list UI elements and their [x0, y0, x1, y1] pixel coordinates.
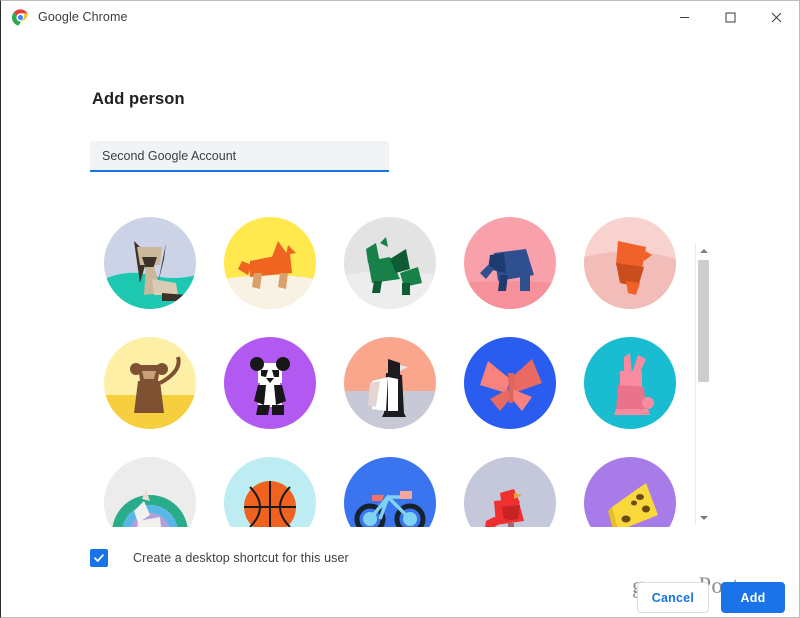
- avatar-option-bird[interactable]: [464, 457, 556, 527]
- dialog-body: Add person Create a: [1, 33, 799, 617]
- minimize-icon[interactable]: [661, 1, 707, 33]
- avatar-option-fox[interactable]: [224, 217, 316, 309]
- avatar-cell: [570, 217, 688, 309]
- avatar-cell: [330, 217, 450, 309]
- avatar-option-penguin[interactable]: [344, 337, 436, 429]
- avatar-scrollbar[interactable]: [695, 243, 711, 525]
- add-button[interactable]: Add: [721, 582, 785, 613]
- avatar-grid: [90, 205, 688, 527]
- avatar-option-elephant[interactable]: [464, 217, 556, 309]
- page-title: Add person: [92, 90, 185, 108]
- app-title: Google Chrome: [38, 10, 128, 24]
- desktop-shortcut-label: Create a desktop shortcut for this user: [133, 551, 349, 565]
- scroll-down-arrow-icon[interactable]: [696, 510, 711, 525]
- avatar-cell: [210, 337, 330, 429]
- avatar-option-dragon[interactable]: [344, 217, 436, 309]
- avatar-cell: [330, 337, 450, 429]
- avatar-cell: [90, 337, 210, 429]
- avatar-option-bicycle[interactable]: [344, 457, 436, 527]
- window-controls: [661, 1, 799, 33]
- close-icon[interactable]: [753, 1, 799, 33]
- avatar-option-unicorn[interactable]: [104, 457, 196, 527]
- avatar-cell: [570, 337, 688, 429]
- avatar-cell: [570, 457, 688, 527]
- avatar-cell: [450, 217, 570, 309]
- desktop-shortcut-checkbox[interactable]: [90, 549, 108, 567]
- cancel-button[interactable]: Cancel: [636, 582, 709, 613]
- name-field-wrapper: [90, 141, 389, 172]
- avatar-cell: [90, 457, 210, 527]
- avatar-option-basketball[interactable]: [224, 457, 316, 527]
- avatar-option-panda[interactable]: [224, 337, 316, 429]
- chrome-logo-icon: [11, 8, 29, 26]
- avatar-scroll-viewport: [90, 205, 688, 527]
- dialog-footer: Cancel Add: [636, 582, 785, 613]
- avatar-option-cat[interactable]: [104, 217, 196, 309]
- avatar-cell: [210, 457, 330, 527]
- checkmark-icon: [94, 554, 104, 562]
- avatar-cell: [330, 457, 450, 527]
- avatar-option-fox-orange[interactable]: [584, 217, 676, 309]
- avatar-cell: [450, 457, 570, 527]
- avatar-cell: [90, 217, 210, 309]
- avatar-option-rabbit[interactable]: [584, 337, 676, 429]
- title-bar: Google Chrome: [1, 1, 799, 33]
- avatar-option-butterfly[interactable]: [464, 337, 556, 429]
- maximize-icon[interactable]: [707, 1, 753, 33]
- scrollbar-track[interactable]: [696, 258, 711, 510]
- avatar-option-cheese[interactable]: [584, 457, 676, 527]
- chrome-add-person-window: Google Chrome Add person Second Google A…: [0, 0, 800, 618]
- scrollbar-thumb[interactable]: [698, 260, 709, 382]
- avatar-picker: [90, 205, 711, 527]
- desktop-shortcut-row[interactable]: Create a desktop shortcut for this user: [90, 549, 349, 567]
- person-name-input[interactable]: [90, 141, 389, 172]
- scroll-up-arrow-icon[interactable]: [696, 243, 711, 258]
- avatar-cell: [450, 337, 570, 429]
- avatar-option-monkey[interactable]: [104, 337, 196, 429]
- avatar-cell: [210, 217, 330, 309]
